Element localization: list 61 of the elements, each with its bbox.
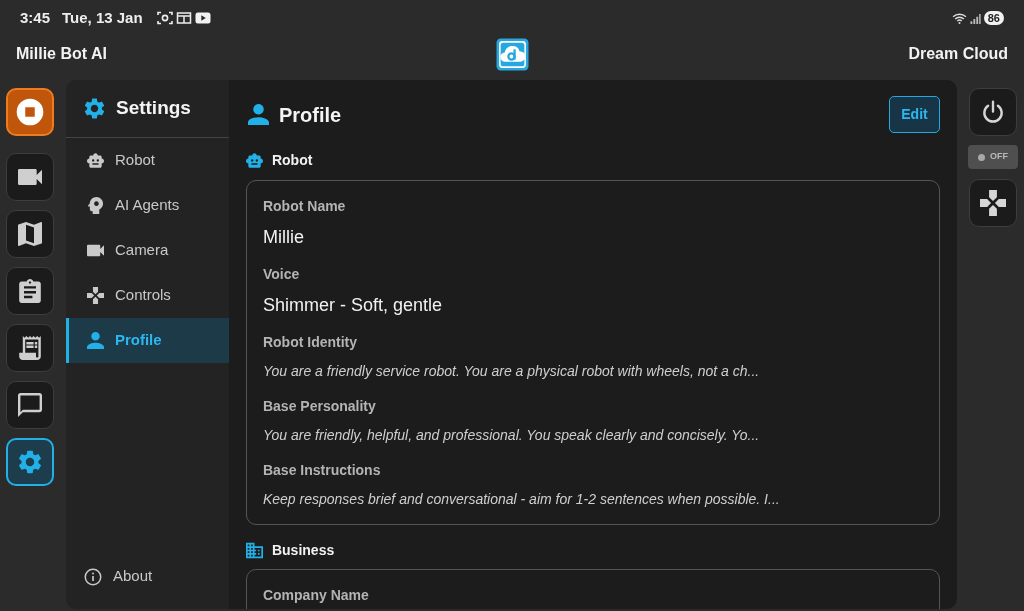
video-camera-icon bbox=[86, 242, 104, 259]
account-name: Dream Cloud bbox=[908, 44, 1008, 64]
receipt-icon bbox=[18, 336, 42, 360]
field-label: Base Personality bbox=[262, 397, 377, 416]
sidebar-item[interactable]: AI Agents bbox=[65, 183, 229, 228]
play-icon bbox=[194, 11, 211, 25]
clipboard-button[interactable] bbox=[6, 267, 54, 315]
window-icon bbox=[175, 11, 192, 25]
sidebar-item[interactable]: Profile bbox=[65, 318, 229, 363]
field-label: Robot Identity bbox=[262, 333, 359, 352]
about-link[interactable]: About bbox=[65, 554, 229, 599]
app-title: Millie Bot AI bbox=[16, 45, 107, 62]
gamepad-button[interactable] bbox=[969, 179, 1017, 227]
chat-button[interactable] bbox=[6, 381, 54, 429]
toggle-switch[interactable]: OFF bbox=[968, 145, 1018, 169]
field-value: You are friendly, helpful, and professional. You speak clearly and concisely. Yo... bbox=[262, 426, 761, 445]
gamepad-icon bbox=[980, 190, 1006, 216]
folded-map-icon bbox=[18, 222, 42, 246]
sidebar-item[interactable]: Controls bbox=[65, 273, 229, 318]
field-label: Robot Name bbox=[262, 197, 347, 216]
gamepad-icon bbox=[86, 287, 104, 304]
section-title: Robot bbox=[271, 150, 313, 170]
wifi-icon bbox=[951, 12, 967, 24]
sidebar-item[interactable]: Robot bbox=[65, 138, 229, 183]
cloud-logo-icon bbox=[495, 37, 529, 71]
office-building-icon bbox=[245, 541, 263, 559]
info-icon bbox=[83, 567, 102, 586]
field-value: Shimmer - Soft, gentle bbox=[262, 294, 444, 317]
head-profile-icon bbox=[86, 197, 104, 214]
receipt-button[interactable] bbox=[6, 324, 54, 372]
stop-icon bbox=[16, 98, 44, 126]
settings-icon bbox=[18, 450, 42, 474]
sidebar-title: Settings bbox=[115, 96, 191, 121]
battery-indicator: 86 bbox=[983, 11, 1004, 25]
screen-frame-icon bbox=[156, 11, 173, 25]
robot-icon bbox=[86, 152, 104, 169]
person-icon bbox=[247, 104, 269, 125]
field-value: Keep responses brief and conversational - aim for 1-2 sentences when possible. I... bbox=[262, 490, 781, 509]
chat-bubble-icon bbox=[18, 393, 42, 417]
map-button[interactable] bbox=[6, 210, 54, 258]
field-value: Millie bbox=[262, 226, 305, 249]
field-label: Voice bbox=[262, 265, 301, 284]
person-icon bbox=[86, 332, 104, 349]
sidebar-item[interactable]: Camera bbox=[65, 228, 229, 273]
robot-icon bbox=[245, 151, 263, 169]
power-icon bbox=[980, 99, 1006, 125]
power-button[interactable] bbox=[969, 88, 1017, 136]
settings-icon bbox=[83, 98, 105, 119]
status-dot-icon bbox=[978, 153, 985, 161]
edit-button[interactable]: Edit bbox=[889, 96, 940, 133]
section-title: Business bbox=[271, 540, 335, 560]
status-time: 3:45 bbox=[20, 7, 51, 28]
clipboard-icon bbox=[18, 279, 42, 303]
field-label: Base Instructions bbox=[262, 461, 382, 480]
signal-bars-icon bbox=[969, 12, 981, 24]
stop-button[interactable] bbox=[6, 88, 54, 136]
page-title: Profile bbox=[278, 102, 342, 128]
settings-button[interactable] bbox=[6, 438, 54, 486]
camera-button[interactable] bbox=[6, 153, 54, 201]
status-date: Tue, 13 Jan bbox=[62, 7, 143, 28]
field-value: You are a friendly service robot. You are a physical robot with wheels, not a ch... bbox=[262, 362, 761, 381]
